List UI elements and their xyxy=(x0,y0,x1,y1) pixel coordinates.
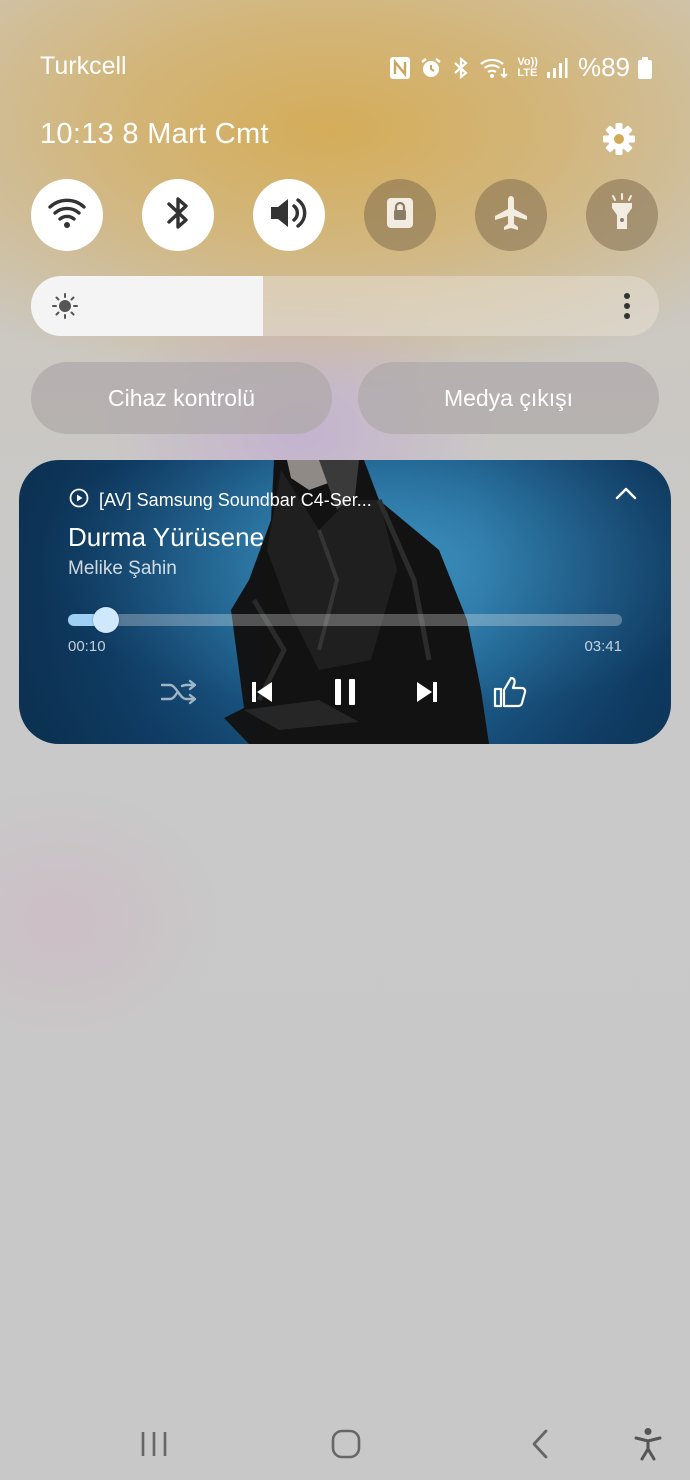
date-time[interactable]: 10:13 8 Mart Cmt xyxy=(40,118,269,151)
battery-icon xyxy=(638,56,652,79)
battery-percent: %89 xyxy=(577,52,630,82)
bluetooth-icon xyxy=(451,56,471,80)
alarm-icon xyxy=(419,56,443,80)
status-icons: Vo)) LTE %89 xyxy=(389,52,652,83)
bluetooth-icon xyxy=(164,193,192,238)
media-source-label: [AV] Samsung Soundbar C4-Ser... xyxy=(99,490,372,510)
media-output-button[interactable]: Medya çıkışı xyxy=(358,362,659,434)
seek-bar[interactable] xyxy=(68,607,622,633)
shuffle-button[interactable] xyxy=(157,674,201,714)
wifi-call-icon xyxy=(479,56,509,80)
airplane-icon xyxy=(491,193,531,238)
accessibility-icon xyxy=(633,1427,663,1466)
volte-icon: Vo)) LTE xyxy=(517,55,538,79)
next-button[interactable] xyxy=(405,674,449,714)
flashlight-toggle[interactable] xyxy=(586,179,658,251)
thumbs-up-icon xyxy=(492,675,528,714)
volte-label-top: Vo)) xyxy=(517,55,538,68)
shuffle-icon xyxy=(160,677,198,712)
notification-panel: Turkcell Vo)) LTE %89 10:13 8 Mart Cmt C… xyxy=(0,0,690,1480)
signal-icon xyxy=(546,57,568,79)
volte-label-bottom: LTE xyxy=(517,66,538,79)
screen-lock-toggle[interactable] xyxy=(364,179,436,251)
media-player-card[interactable]: [AV] Samsung Soundbar C4-Ser... Durma Yü… xyxy=(19,460,671,744)
recents-icon xyxy=(139,1430,169,1463)
seek-bar-handle[interactable] xyxy=(93,607,119,633)
gear-icon[interactable] xyxy=(600,120,638,158)
skip-next-icon xyxy=(414,679,440,710)
quick-settings-toggles xyxy=(31,179,659,251)
sound-toggle[interactable] xyxy=(253,179,325,251)
artist-name: Melike Şahin xyxy=(68,558,177,579)
accessibility-button[interactable] xyxy=(626,1424,670,1468)
elapsed-time: 00:10 xyxy=(68,638,106,655)
like-button[interactable] xyxy=(488,674,532,714)
pause-icon xyxy=(332,677,358,712)
chevron-up-icon[interactable] xyxy=(615,486,637,505)
media-source[interactable]: [AV] Samsung Soundbar C4-Ser... xyxy=(69,488,372,513)
device-control-button[interactable]: Cihaz kontrolü xyxy=(31,362,332,434)
home-icon xyxy=(330,1428,362,1465)
carrier-name: Turkcell xyxy=(40,52,127,80)
status-bar: Turkcell Vo)) LTE %89 xyxy=(0,0,690,130)
recents-button[interactable] xyxy=(132,1424,176,1468)
skip-previous-icon xyxy=(249,679,275,710)
navigation-bar xyxy=(0,1410,690,1480)
back-button[interactable] xyxy=(518,1424,562,1468)
sun-icon xyxy=(51,292,79,325)
brightness-slider[interactable] xyxy=(31,276,659,336)
song-title: Durma Yürüsene xyxy=(68,522,265,552)
back-icon xyxy=(530,1428,550,1465)
more-vertical-icon[interactable] xyxy=(623,292,631,325)
total-time: 03:41 xyxy=(584,638,622,655)
wifi-toggle[interactable] xyxy=(31,179,103,251)
volume-icon xyxy=(267,194,311,237)
flashlight-icon xyxy=(607,192,637,238)
pause-button[interactable] xyxy=(323,674,367,714)
bluetooth-toggle[interactable] xyxy=(142,179,214,251)
media-output-icon xyxy=(69,488,89,513)
airplane-toggle[interactable] xyxy=(475,179,547,251)
home-button[interactable] xyxy=(324,1424,368,1468)
nfc-icon xyxy=(389,56,411,80)
wifi-icon xyxy=(47,196,87,235)
lock-rotate-icon xyxy=(384,195,416,236)
previous-button[interactable] xyxy=(240,674,284,714)
